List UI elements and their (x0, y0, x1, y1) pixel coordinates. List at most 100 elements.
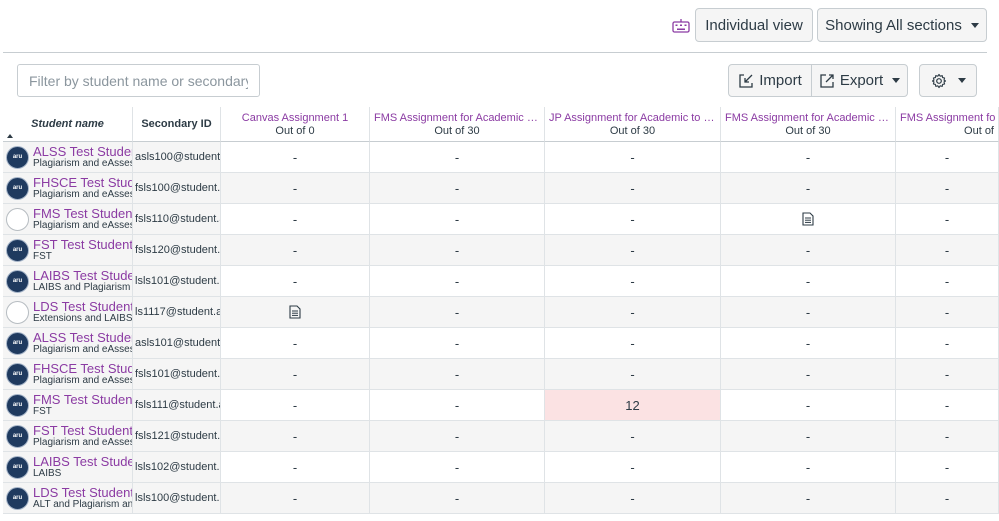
grade-cell[interactable]: - (370, 483, 545, 513)
grade-cell[interactable]: - (370, 204, 545, 234)
student-name-link[interactable]: LAIBS Test Student (33, 455, 132, 469)
grade-cell[interactable]: - (221, 483, 370, 513)
student-name-link[interactable]: ALSS Test Student0 (33, 145, 132, 159)
avatar[interactable]: aru (6, 331, 29, 355)
grade-cell[interactable]: - (545, 235, 721, 265)
grade-cell[interactable]: - (370, 266, 545, 296)
grade-cell[interactable]: - (896, 173, 999, 203)
assignment-name[interactable]: FMS Assignment for Academic to ... (721, 112, 895, 124)
individual-view-button[interactable]: Individual view (695, 8, 813, 42)
grade-cell[interactable]: - (721, 390, 896, 420)
student-filter-input[interactable] (17, 64, 260, 97)
student-name-link[interactable]: FHSCE Test Studen (33, 362, 132, 376)
grade-cell[interactable]: - (370, 359, 545, 389)
grade-cell[interactable]: - (221, 266, 370, 296)
keyboard-shortcuts-icon[interactable] (672, 18, 690, 34)
assignment-column-header[interactable]: FMS Assignment fo Out of (896, 107, 999, 142)
student-name-link[interactable]: ALSS Test Student0 (33, 331, 132, 345)
student-name-link[interactable]: FMS Test Student0 (33, 207, 132, 221)
grade-cell[interactable]: 12 (545, 390, 721, 420)
grade-cell[interactable]: - (896, 204, 999, 234)
grade-cell[interactable]: - (545, 266, 721, 296)
grade-cell[interactable] (721, 204, 896, 234)
assignment-name[interactable]: FMS Assignment fo (896, 112, 998, 124)
grade-cell[interactable]: - (370, 297, 545, 327)
grade-cell[interactable]: - (896, 235, 999, 265)
import-button[interactable]: Import (728, 64, 812, 97)
avatar[interactable]: aru (6, 424, 29, 448)
grade-cell[interactable]: - (545, 421, 721, 451)
avatar[interactable]: aru (6, 393, 29, 417)
grade-cell[interactable]: - (221, 173, 370, 203)
student-name-link[interactable]: FHSCE Test Studen (33, 176, 132, 190)
grade-cell[interactable]: - (721, 421, 896, 451)
grade-cell[interactable]: - (370, 142, 545, 172)
assignment-column-header[interactable]: FMS Assignment for Academic to ... Out o… (721, 107, 896, 142)
grade-cell[interactable]: - (721, 173, 896, 203)
avatar[interactable]: aru (6, 269, 29, 293)
grade-cell[interactable]: - (721, 452, 896, 482)
grade-cell[interactable]: - (370, 328, 545, 358)
grade-cell[interactable]: - (896, 328, 999, 358)
grade-cell[interactable]: - (896, 142, 999, 172)
grade-cell[interactable]: - (370, 173, 545, 203)
student-name-link[interactable]: FMS Test Student0 (33, 393, 132, 407)
grade-cell[interactable]: - (221, 390, 370, 420)
section-filter-dropdown[interactable]: Showing All sections (817, 8, 987, 42)
grade-cell[interactable]: - (370, 390, 545, 420)
grade-cell[interactable]: - (721, 235, 896, 265)
grade-cell[interactable]: - (721, 142, 896, 172)
export-button[interactable]: Export (811, 64, 908, 97)
avatar[interactable]: aru (6, 145, 29, 169)
grade-cell[interactable]: - (545, 142, 721, 172)
avatar[interactable] (6, 300, 29, 324)
avatar[interactable]: aru (6, 238, 29, 262)
grade-cell[interactable]: - (721, 359, 896, 389)
avatar[interactable] (6, 207, 29, 231)
grade-cell[interactable]: - (896, 390, 999, 420)
assignment-name[interactable]: JP Assignment for Academic to m... (545, 112, 720, 124)
assignment-name[interactable]: FMS Assignment for Academic to ... (370, 112, 544, 124)
avatar[interactable]: aru (6, 455, 29, 479)
grade-cell[interactable] (221, 297, 370, 327)
assignment-column-header[interactable]: JP Assignment for Academic to m... Out o… (545, 107, 721, 142)
grade-cell[interactable]: - (545, 204, 721, 234)
grade-cell[interactable]: - (896, 297, 999, 327)
grade-cell[interactable]: - (221, 359, 370, 389)
grade-cell[interactable]: - (370, 421, 545, 451)
grade-cell[interactable]: - (221, 204, 370, 234)
grade-cell[interactable]: - (545, 297, 721, 327)
secondary-id-column-header[interactable]: Secondary ID (133, 107, 221, 142)
student-name-link[interactable]: LDS Test Student0 (33, 486, 132, 500)
assignment-column-header[interactable]: Canvas Assignment 1 Out of 0 (221, 107, 370, 142)
grade-cell[interactable]: - (721, 483, 896, 513)
grade-cell[interactable]: - (221, 328, 370, 358)
student-name-link[interactable]: FST Test Student02 (33, 424, 132, 438)
student-name-link[interactable]: FST Test Student01 (33, 238, 132, 252)
avatar[interactable]: aru (6, 362, 29, 386)
grade-cell[interactable]: - (896, 266, 999, 296)
avatar[interactable]: aru (6, 176, 29, 200)
grade-cell[interactable]: - (370, 235, 545, 265)
grade-cell[interactable]: - (221, 421, 370, 451)
student-name-link[interactable]: LAIBS Test Student (33, 269, 132, 283)
gradebook-settings-button[interactable] (919, 64, 977, 97)
grade-cell[interactable]: - (721, 297, 896, 327)
student-name-column-header[interactable]: Student name (3, 107, 133, 142)
assignment-column-header[interactable]: FMS Assignment for Academic to ... Out o… (370, 107, 545, 142)
student-name-link[interactable]: LDS Test Student0 (33, 300, 132, 314)
grade-cell[interactable]: - (896, 452, 999, 482)
grade-cell[interactable]: - (221, 452, 370, 482)
grade-cell[interactable]: - (545, 452, 721, 482)
assignment-name[interactable]: Canvas Assignment 1 (238, 112, 352, 124)
grade-cell[interactable]: - (545, 173, 721, 203)
grade-cell[interactable]: - (545, 328, 721, 358)
grade-cell[interactable]: - (721, 266, 896, 296)
grade-cell[interactable]: - (221, 235, 370, 265)
grade-cell[interactable]: - (545, 359, 721, 389)
grade-cell[interactable]: - (896, 483, 999, 513)
grade-cell[interactable]: - (721, 328, 896, 358)
grade-cell[interactable]: - (896, 359, 999, 389)
grade-cell[interactable]: - (896, 421, 999, 451)
avatar[interactable]: aru (6, 486, 29, 510)
